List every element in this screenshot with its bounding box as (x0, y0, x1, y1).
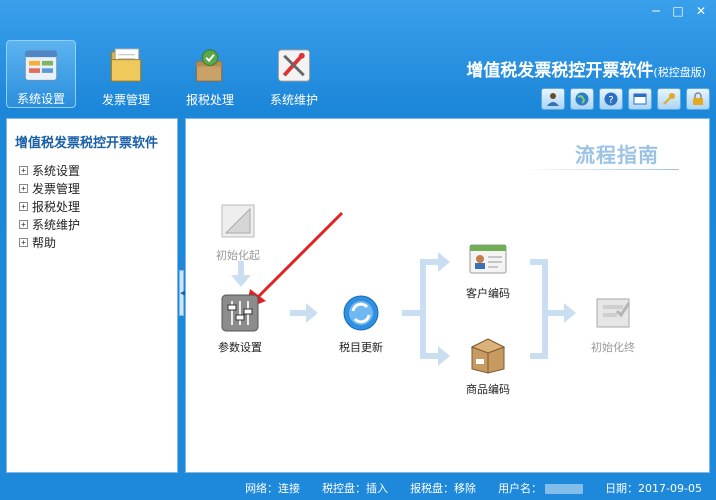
redacted-username (545, 484, 584, 494)
main-toolbar: 系统设置 发票管理 报税处理 系统维护 (6, 40, 336, 108)
help-button[interactable]: ? (599, 88, 623, 110)
expand-icon[interactable]: + (19, 219, 28, 229)
refresh-icon (343, 295, 379, 331)
node-label: 初始化起 (216, 249, 260, 262)
toolbar-label: 发票管理 (101, 93, 150, 107)
expand-icon[interactable]: + (19, 183, 28, 193)
toolbar-system-settings[interactable]: 系统设置 (6, 40, 76, 108)
tree-item-label: 报税处理 (32, 199, 81, 214)
tax-box-icon (195, 49, 223, 82)
tree-item-label: 系统设置 (32, 163, 81, 178)
quick-icon-bar: ? (541, 88, 710, 110)
connector-right-3 (548, 310, 564, 316)
arrowhead-top-branch (438, 252, 450, 272)
app-title: 增值税发票税控开票软件(税控盘版) (466, 56, 706, 81)
node-product-code[interactable]: 商品编码 (466, 335, 510, 397)
window-icon (633, 93, 647, 105)
expand-icon[interactable]: + (19, 201, 28, 211)
fork-top-branch (420, 259, 438, 265)
navigation-tree: + 系统设置 + 发票管理 + 报税处理 + 系统维护 + 帮助 (7, 161, 177, 251)
maximize-button[interactable]: □ (668, 2, 688, 19)
node-init-end[interactable]: 初始化终 (591, 293, 635, 355)
tree-item-label: 系统维护 (32, 217, 81, 232)
key-button[interactable] (657, 88, 681, 110)
status-user: 用户名： (498, 480, 584, 496)
panel-collapse-handle[interactable]: ◀ (179, 270, 185, 316)
status-bar: 网络：连接 税控盘：插入 报税盘：移除 用户名： 日期：2017-09-05 (0, 476, 716, 500)
minimize-button[interactable]: ─ (646, 2, 666, 19)
node-customer-code[interactable]: 客户编码 (466, 239, 510, 301)
settings-panel-icon (24, 50, 58, 81)
node-label: 税目更新 (339, 341, 383, 354)
navigation-panel: 增值税发票税控开票软件 + 系统设置 + 发票管理 + 报税处理 + 系统维护 … (6, 118, 178, 473)
toolbar-invoice-management[interactable]: 发票管理 (84, 40, 168, 108)
globe-icon (575, 92, 589, 106)
connector-right-1 (290, 310, 306, 316)
connector-down (238, 261, 244, 275)
arrowhead-right-1 (306, 303, 318, 323)
arrowhead-bottom-branch (438, 346, 450, 366)
close-button[interactable]: ✕ (690, 2, 712, 19)
tools-icon (277, 49, 311, 82)
tree-item-label: 发票管理 (32, 181, 81, 196)
toolbar-label: 系统维护 (269, 93, 318, 107)
expand-icon[interactable]: + (19, 237, 28, 247)
node-label: 初始化终 (591, 341, 635, 354)
user-button[interactable] (541, 88, 565, 110)
app-title-text: 增值税发票税控开票软件 (466, 61, 654, 81)
window-controls: ─ □ ✕ (646, 2, 712, 19)
tree-item-tax-processing[interactable]: + 报税处理 (19, 197, 177, 215)
toolbar-label: 报税处理 (185, 93, 234, 107)
tree-item-label: 帮助 (32, 235, 57, 250)
node-label: 商品编码 (466, 383, 510, 396)
node-params-setting[interactable]: 参数设置 (218, 293, 262, 355)
status-user-label: 用户名： (498, 482, 543, 495)
navigation-title: 增值税发票税控开票软件 (15, 136, 159, 151)
status-network: 网络：连接 (245, 482, 301, 495)
tree-item-system-maintenance[interactable]: + 系统维护 (19, 215, 177, 233)
node-tax-update[interactable]: 税目更新 (339, 293, 383, 355)
arrowhead-right-3 (564, 303, 576, 323)
folder-icon (110, 48, 142, 82)
arrowhead-down (231, 275, 251, 287)
tree-item-system-settings[interactable]: + 系统设置 (19, 161, 177, 179)
process-guide-panel: 流程指南 初始化起 参数设置 税目更新 客户编码 商品编码 初始化终 (185, 118, 710, 473)
join-vertical-right (542, 259, 548, 359)
globe-button[interactable] (570, 88, 594, 110)
user-icon (547, 93, 559, 106)
app-edition: (税控盘版) (653, 66, 706, 79)
tree-item-help[interactable]: + 帮助 (19, 233, 177, 251)
status-date: 日期：2017-09-05 (605, 482, 702, 495)
expand-icon[interactable]: + (19, 165, 28, 175)
triangle-ruler-icon (221, 204, 255, 238)
status-report-disk: 报税盘：移除 (410, 482, 477, 495)
sliders-icon (221, 294, 259, 332)
window-button[interactable] (628, 88, 652, 110)
fork-vertical-left (420, 259, 426, 359)
status-tax-disk: 税控盘：插入 (322, 482, 389, 495)
lock-icon (693, 92, 703, 105)
tree-item-invoice-management[interactable]: + 发票管理 (19, 179, 177, 197)
help-icon: ? (604, 92, 618, 106)
contact-card-icon (469, 244, 507, 274)
checkbox-icon (596, 298, 631, 328)
svg-text:?: ? (608, 95, 613, 106)
lock-button[interactable] (686, 88, 710, 110)
package-box-icon (470, 338, 506, 374)
connector-right-2 (402, 310, 420, 316)
node-label: 客户编码 (466, 287, 510, 300)
toolbar-label: 系统设置 (16, 92, 65, 106)
toolbar-tax-processing[interactable]: 报税处理 (168, 40, 252, 108)
annotation-arrow-line (254, 211, 344, 301)
fork-bottom-branch (420, 353, 438, 359)
node-label: 参数设置 (218, 341, 262, 354)
key-icon (663, 93, 675, 105)
toolbar-system-maintenance[interactable]: 系统维护 (252, 40, 336, 108)
node-init-start[interactable]: 初始化起 (216, 201, 260, 263)
app-window: ─ □ ✕ 系统设置 发票管理 报税处理 系统维护 增值税发票税控开票软件(税控… (0, 0, 716, 500)
